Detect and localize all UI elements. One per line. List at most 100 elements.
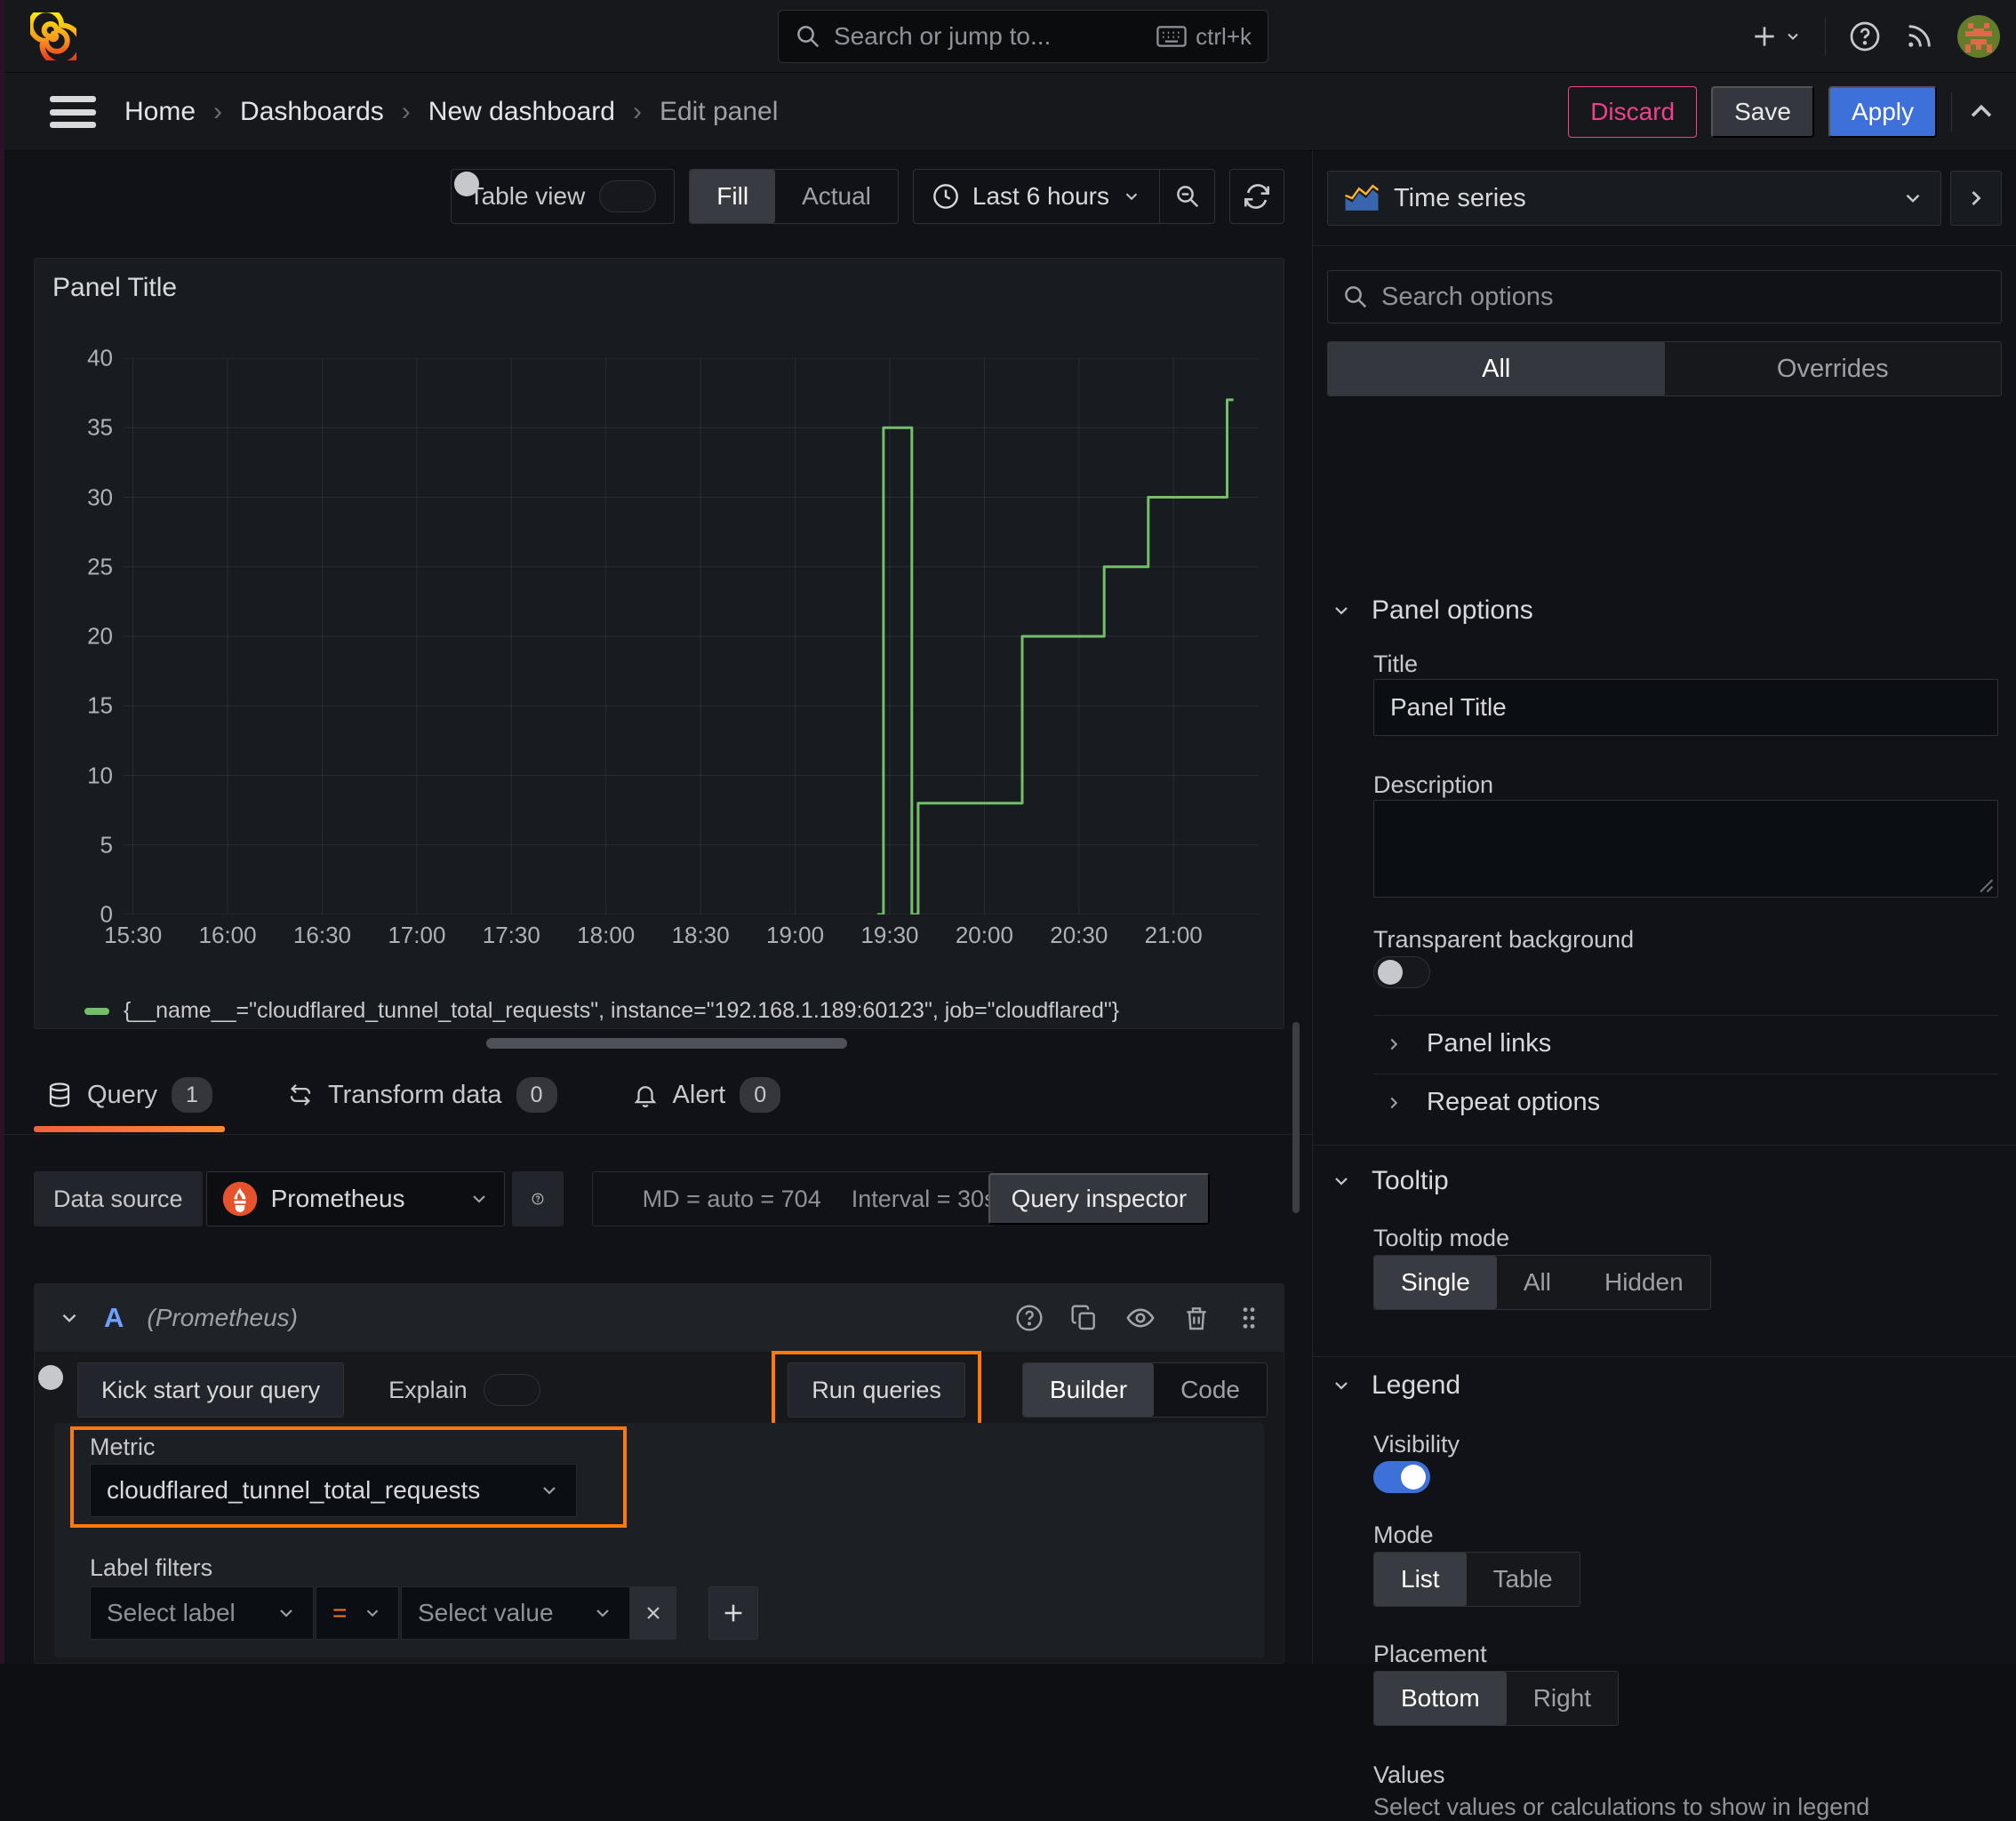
- collapse-options-pane-button[interactable]: [1966, 97, 1996, 127]
- panel-title-input[interactable]: Panel Title: [1373, 679, 1998, 736]
- query-inspector-button[interactable]: Query inspector: [988, 1173, 1211, 1225]
- add-new-button[interactable]: [1750, 22, 1802, 51]
- datasource-help-button[interactable]: [511, 1171, 564, 1226]
- legend-series-label[interactable]: {__name__="cloudflared_tunnel_total_requ…: [124, 998, 1119, 1024]
- scrollbar-thumb[interactable]: [1292, 1022, 1300, 1213]
- repeat-options-section[interactable]: Repeat options: [1384, 1088, 1600, 1117]
- tooltip-mode-all[interactable]: All: [1497, 1256, 1578, 1309]
- chevron-right-icon: ›: [401, 97, 411, 126]
- legend-visibility-toggle[interactable]: [1373, 1461, 1430, 1493]
- placement-bottom[interactable]: Bottom: [1374, 1672, 1507, 1725]
- tab-alert[interactable]: Alert 0: [620, 1068, 794, 1132]
- query-ref-id[interactable]: A: [104, 1302, 124, 1334]
- legend-mode-table[interactable]: Table: [1467, 1553, 1580, 1606]
- panel-title: Panel Title: [52, 273, 178, 302]
- search-icon: [795, 23, 821, 50]
- options-search-input[interactable]: Search options: [1327, 270, 2002, 323]
- description-textarea[interactable]: [1373, 800, 1998, 898]
- explain-label: Explain: [388, 1376, 468, 1403]
- y-axis: 0 5 10 15 20 25 30 35 40: [35, 345, 113, 928]
- visualization-picker[interactable]: Time series: [1327, 171, 1941, 226]
- query-help-icon[interactable]: [1015, 1304, 1044, 1332]
- user-avatar[interactable]: [1957, 15, 2000, 58]
- legend-section-header[interactable]: Legend: [1331, 1370, 1460, 1401]
- run-queries-button[interactable]: Run queries: [788, 1362, 965, 1418]
- transparent-background-toggle[interactable]: [1373, 956, 1430, 988]
- query-row-header[interactable]: A (Prometheus): [35, 1284, 1284, 1352]
- section-divider: [1313, 1145, 2016, 1146]
- time-range-button[interactable]: Last 6 hours: [914, 182, 1159, 211]
- panel-links-section[interactable]: Panel links: [1384, 1029, 1551, 1058]
- x-tick-label: 21:00: [1144, 922, 1203, 948]
- metric-select[interactable]: cloudflared_tunnel_total_requests: [90, 1464, 577, 1517]
- resize-handle-icon[interactable]: [1978, 877, 1994, 893]
- collapse-pane-button[interactable]: [1950, 171, 2002, 226]
- table-view-toggle[interactable]: [453, 172, 657, 212]
- help-circle-icon: [532, 1193, 543, 1205]
- panel-resize-handle[interactable]: [486, 1038, 847, 1049]
- y-tick-label: 40: [87, 344, 113, 371]
- tab-overrides[interactable]: Overrides: [1665, 342, 2002, 395]
- zoom-out-time-button[interactable]: [1159, 170, 1214, 223]
- news-icon[interactable]: [1904, 21, 1934, 52]
- apply-button[interactable]: Apply: [1828, 86, 1937, 138]
- max-data-points: MD = auto = 704: [642, 1185, 821, 1212]
- datasource-picker[interactable]: Prometheus: [205, 1171, 505, 1226]
- add-filter-button[interactable]: [708, 1586, 758, 1640]
- refresh-button[interactable]: [1229, 169, 1284, 224]
- explain-toggle[interactable]: [38, 1365, 540, 1406]
- table-view-control: Table view: [450, 169, 676, 224]
- tooltip-section-header[interactable]: Tooltip: [1331, 1166, 1449, 1196]
- menu-toggle-icon[interactable]: [50, 96, 96, 128]
- actual-option[interactable]: Actual: [775, 170, 898, 223]
- code-option[interactable]: Code: [1154, 1363, 1267, 1417]
- fill-option[interactable]: Fill: [690, 170, 776, 223]
- help-button[interactable]: [1849, 20, 1881, 52]
- search-placeholder: Search or jump to...: [834, 22, 1052, 50]
- placement-right[interactable]: Right: [1507, 1672, 1618, 1725]
- time-range-label: Last 6 hours: [972, 182, 1109, 210]
- drag-handle-icon[interactable]: [1237, 1304, 1260, 1332]
- grafana-logo-icon[interactable]: [30, 12, 76, 60]
- fill-actual-switch: Fill Actual: [689, 169, 899, 224]
- chevron-right-icon: [1972, 191, 1981, 205]
- x-tick-label: 15:30: [104, 922, 163, 948]
- plot-area[interactable]: [124, 358, 1259, 914]
- datasource-label: Data source: [34, 1171, 203, 1226]
- legend-mode-list[interactable]: List: [1374, 1553, 1467, 1606]
- interval: Interval = 30s: [851, 1185, 996, 1212]
- tab-all[interactable]: All: [1328, 342, 1665, 395]
- kick-start-query-button[interactable]: Kick start your query: [77, 1362, 345, 1418]
- duplicate-query-icon[interactable]: [1070, 1304, 1099, 1332]
- global-search-input[interactable]: Search or jump to... ctrl+k: [778, 10, 1268, 63]
- builder-option[interactable]: Builder: [1022, 1363, 1155, 1417]
- breadcrumb-dashboards[interactable]: Dashboards: [240, 97, 384, 127]
- divider: [1825, 17, 1826, 56]
- save-button[interactable]: Save: [1711, 86, 1814, 138]
- select-value-dropdown[interactable]: Select value: [401, 1586, 630, 1640]
- breadcrumb-new-dashboard[interactable]: New dashboard: [428, 97, 615, 127]
- operator-dropdown[interactable]: =: [316, 1586, 399, 1640]
- clock-icon: [933, 184, 958, 209]
- metric-label: Metric: [90, 1434, 156, 1460]
- tab-transform-data[interactable]: Transform data 0: [275, 1068, 570, 1132]
- tab-query[interactable]: Query 1: [34, 1068, 225, 1132]
- chevron-down-icon: [280, 1609, 292, 1617]
- query-options-summary[interactable]: MD = auto = 704 Interval = 30s: [591, 1171, 996, 1226]
- title-label: Title: [1373, 651, 1419, 677]
- tooltip-mode-hidden[interactable]: Hidden: [1578, 1256, 1710, 1309]
- delete-query-icon[interactable]: [1182, 1304, 1211, 1332]
- tooltip-title: Tooltip: [1372, 1166, 1449, 1195]
- discard-button[interactable]: Discard: [1568, 86, 1698, 138]
- toggle-query-visibility-icon[interactable]: [1125, 1303, 1156, 1333]
- options-filter-tabs: All Overrides: [1327, 341, 2002, 396]
- query-datasource-hint: (Prometheus): [147, 1304, 299, 1331]
- time-series-panel: Panel Title 0 5 10 15 20 25 30 35 40 15:30 16:00 1…: [34, 258, 1284, 1029]
- select-label-dropdown[interactable]: Select label: [90, 1586, 314, 1640]
- tooltip-mode-single[interactable]: Single: [1374, 1256, 1497, 1309]
- remove-filter-button[interactable]: [630, 1586, 676, 1640]
- divider: [1951, 92, 1952, 132]
- panel-options-section-header[interactable]: Panel options: [1331, 595, 1533, 626]
- legend-series-swatch[interactable]: [84, 1007, 109, 1015]
- breadcrumb-home[interactable]: Home: [124, 97, 196, 127]
